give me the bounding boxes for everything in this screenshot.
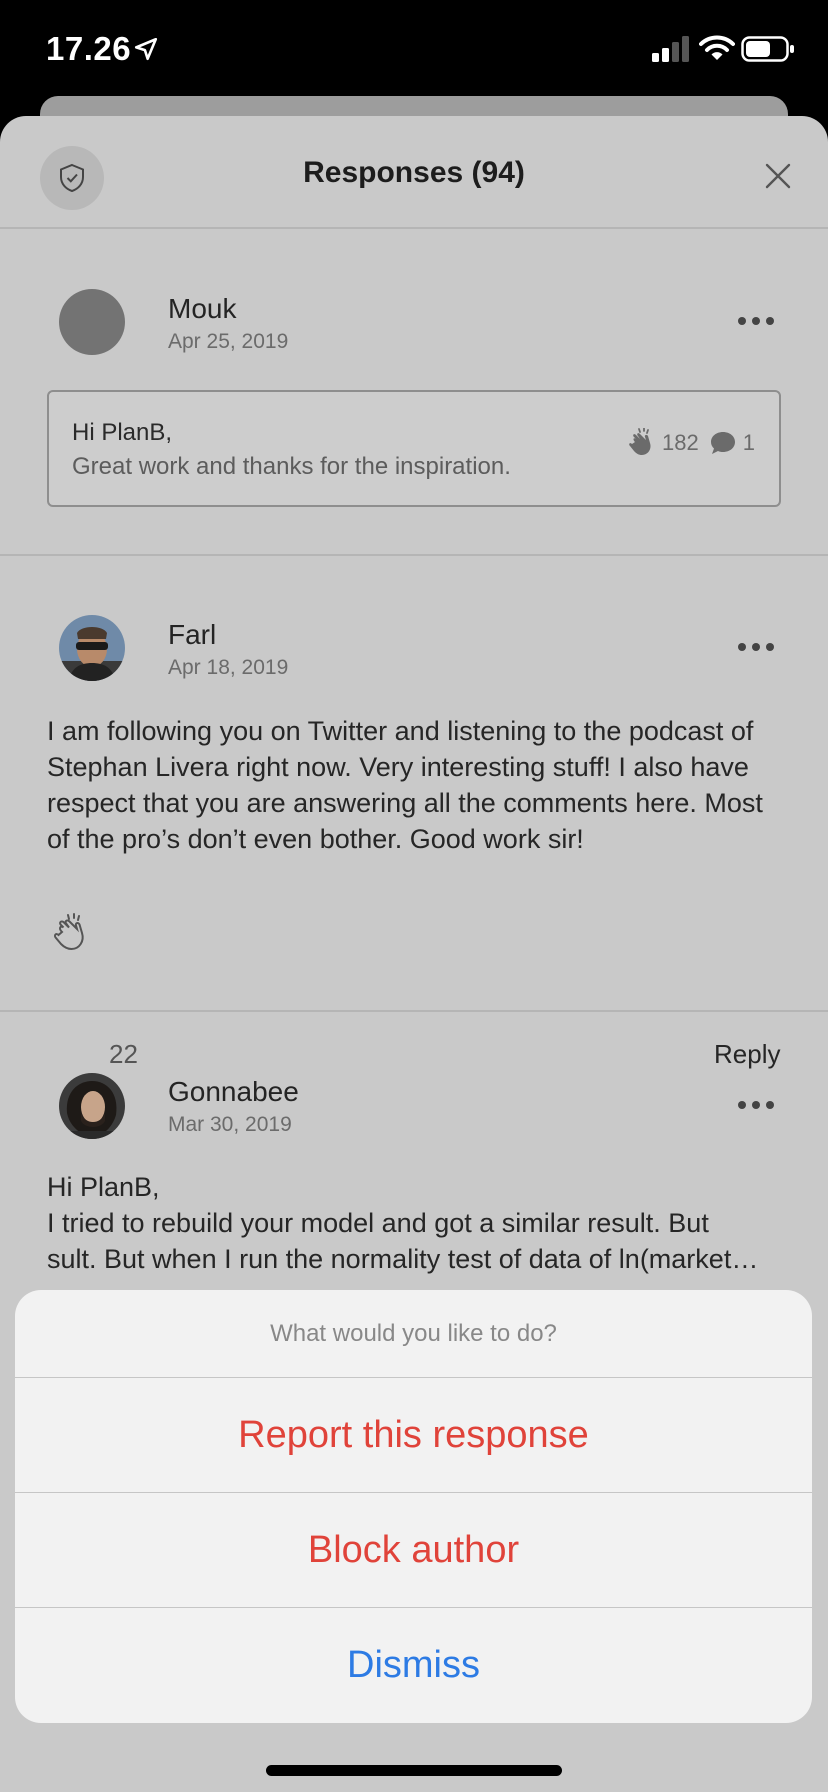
more-options-icon[interactable] (736, 1099, 776, 1111)
wifi-icon (699, 35, 735, 60)
avatar[interactable] (59, 289, 125, 355)
location-arrow-icon (134, 37, 158, 61)
quote-line: Great work and thanks for the inspiratio… (72, 453, 511, 480)
more-options-icon[interactable] (736, 641, 776, 653)
close-icon[interactable] (758, 156, 798, 196)
clap-icon (629, 428, 651, 455)
response-date: Apr 25, 2019 (168, 330, 289, 353)
avatar-photo (59, 1073, 125, 1139)
response-date: Apr 18, 2019 (168, 656, 289, 679)
avatar-photo (59, 615, 125, 681)
comment-count: 1 (742, 430, 755, 455)
author-name[interactable]: Mouk (168, 293, 236, 325)
battery-icon (741, 36, 794, 62)
status-time: 17.26 (46, 30, 132, 67)
status-bar: 17.26 (0, 0, 828, 100)
body-line: sult. But when I run the normality test … (47, 1244, 759, 1274)
divider (0, 554, 828, 556)
comment-icon (710, 432, 735, 454)
avatar[interactable] (59, 1073, 125, 1139)
reply-button[interactable]: Reply (714, 1039, 780, 1070)
body-line: Hi PlanB, (47, 1172, 160, 1202)
block-author-button[interactable]: Block author (15, 1493, 812, 1608)
quote-line: Hi PlanB, (72, 419, 173, 446)
avatar[interactable] (59, 615, 125, 681)
quote-stats: 182 1 (626, 428, 755, 458)
sheet-header: Responses (94) (0, 116, 828, 229)
response-body: Hi PlanB, I tried to rebuild your model … (47, 1169, 787, 1277)
author-name[interactable]: Gonnabee (168, 1076, 299, 1108)
more-options-icon[interactable] (736, 315, 776, 327)
quoted-response[interactable]: Hi PlanB, Great work and thanks for the … (47, 390, 781, 507)
sheet-title: Responses (94) (303, 156, 525, 189)
response-body: I am following you on Twitter and listen… (47, 716, 763, 854)
action-sheet-title: What would you like to do? (15, 1290, 812, 1378)
body-line: I tried to rebuild your model and got a … (47, 1208, 709, 1238)
report-response-button[interactable]: Report this response (15, 1378, 812, 1493)
author-name[interactable]: Farl (168, 619, 216, 651)
dismiss-button[interactable]: Dismiss (15, 1608, 812, 1723)
clap-count: 22 (109, 1039, 138, 1069)
cellular-signal-icon (652, 36, 689, 62)
clap-icon[interactable] (50, 913, 90, 953)
response-date: Mar 30, 2019 (168, 1113, 292, 1136)
action-sheet: What would you like to do? Report this r… (15, 1290, 812, 1723)
home-indicator[interactable] (266, 1765, 562, 1776)
divider (0, 1010, 828, 1012)
clap-count: 182 (662, 430, 699, 455)
